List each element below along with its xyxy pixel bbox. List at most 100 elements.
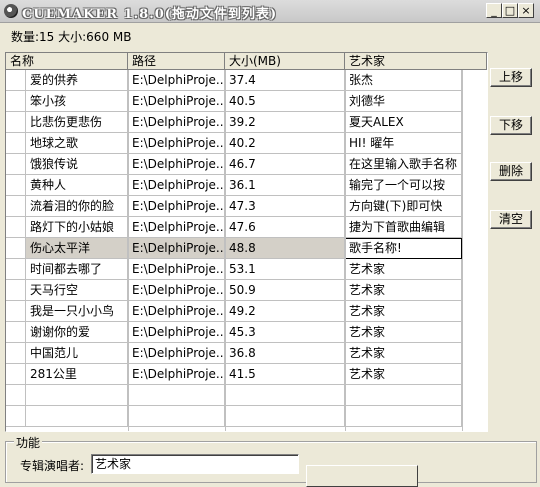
- table-row[interactable]: 笨小孩 E:\DelphiProje... 40.5 刘德华: [6, 91, 487, 112]
- table-row[interactable]: 时间都去哪了 E:\DelphiProje... 53.1 艺术家: [6, 259, 487, 280]
- cell-artist: 艺术家: [345, 364, 462, 385]
- table-row[interactable]: 地球之歌 E:\DelphiProje... 40.2 HI! 曜年: [6, 133, 487, 154]
- row-indicator: [6, 238, 26, 259]
- cell-size: 48.8: [225, 238, 345, 259]
- cell-artist: 在这里输入歌手名称: [345, 154, 462, 175]
- column-divider: [462, 70, 463, 431]
- cell-name: [26, 406, 128, 427]
- table-row[interactable]: 饿狼传说 E:\DelphiProje... 46.7 在这里输入歌手名称: [6, 154, 487, 175]
- cell-size: 45.3: [225, 322, 345, 343]
- cell-artist: 艺术家: [345, 322, 462, 343]
- cell-artist: 夏天ALEX: [345, 112, 462, 133]
- table-row[interactable]: 路灯下的小姑娘 E:\DelphiProje... 47.6 捷为下首歌曲编辑: [6, 217, 487, 238]
- cell-size: 46.7: [225, 154, 345, 175]
- function-group-title: 功能: [14, 434, 43, 451]
- cell-size: 36.1: [225, 175, 345, 196]
- row-indicator: [6, 217, 26, 238]
- cell-path: E:\DelphiProje...: [128, 91, 225, 112]
- table-row[interactable]: 天马行空 E:\DelphiProje... 50.9 艺术家: [6, 280, 487, 301]
- table-row[interactable]: 我是一只小小鸟 E:\DelphiProje... 49.2 艺术家: [6, 301, 487, 322]
- cell-size: [225, 406, 345, 427]
- column-header-artist[interactable]: 艺术家: [345, 53, 487, 70]
- cell-artist: 艺术家: [345, 343, 462, 364]
- column-divider: [128, 70, 129, 431]
- song-table[interactable]: 名称 路径 大小(MB) 艺术家 爱的供养 E:\DelphiProje... 37…: [5, 52, 488, 432]
- row-indicator: [6, 385, 26, 406]
- row-indicator: [6, 196, 26, 217]
- row-indicator: [6, 154, 26, 175]
- row-indicator: [6, 301, 26, 322]
- artist-cell-editor[interactable]: 歌手名称!: [345, 238, 462, 259]
- row-indicator: [6, 406, 26, 427]
- cell-name: 我是一只小小鸟: [26, 301, 128, 322]
- function-button[interactable]: [306, 465, 418, 487]
- table-row[interactable]: 谢谢你的爱 E:\DelphiProje... 45.3 艺术家: [6, 322, 487, 343]
- cell-path: [128, 385, 225, 406]
- empty-row: [6, 406, 487, 427]
- cell-name: 281公里: [26, 364, 128, 385]
- cell-artist: [345, 385, 462, 406]
- cell-size: 37.4: [225, 70, 345, 91]
- table-row[interactable]: 爱的供养 E:\DelphiProje... 37.4 张杰: [6, 70, 487, 91]
- cell-size: [225, 385, 345, 406]
- table-row[interactable]: 流着泪的你的脸 E:\DelphiProje... 47.3 方向键(下)即可快: [6, 196, 487, 217]
- cell-path: E:\DelphiProje...: [128, 322, 225, 343]
- delete-button[interactable]: 删除: [490, 162, 532, 181]
- cell-size: 49.2: [225, 301, 345, 322]
- cell-name: 路灯下的小姑娘: [26, 217, 128, 238]
- cell-path: E:\DelphiProje...: [128, 301, 225, 322]
- column-header-path[interactable]: 路径: [128, 53, 225, 70]
- cell-artist: [345, 406, 462, 427]
- table-row[interactable]: 281公里 E:\DelphiProje... 41.5 艺术家: [6, 364, 487, 385]
- minimize-button[interactable]: _: [486, 3, 502, 18]
- column-divider: [225, 70, 226, 431]
- table-row[interactable]: 伤心太平洋 E:\DelphiProje... 48.8 歌手名称!: [6, 238, 487, 259]
- column-header-size[interactable]: 大小(MB): [225, 53, 345, 70]
- summary-text: 数量:15 大小:660 MB: [11, 30, 132, 44]
- row-indicator: [6, 343, 26, 364]
- cell-size: 41.5: [225, 364, 345, 385]
- move-up-button[interactable]: 上移: [490, 68, 532, 87]
- cell-size: 53.1: [225, 259, 345, 280]
- cell-name: 爱的供养: [26, 70, 128, 91]
- cell-path: E:\DelphiProje...: [128, 343, 225, 364]
- table-row[interactable]: 黄种人 E:\DelphiProje... 36.1 输完了一个可以按: [6, 175, 487, 196]
- cell-size: 39.2: [225, 112, 345, 133]
- cell-path: E:\DelphiProje...: [128, 238, 225, 259]
- table-row[interactable]: 中国范儿 E:\DelphiProje... 36.8 艺术家: [6, 343, 487, 364]
- maximize-button[interactable]: □: [502, 3, 518, 18]
- cell-name: 伤心太平洋: [26, 238, 128, 259]
- row-indicator: [6, 175, 26, 196]
- cell-name: 黄种人: [26, 175, 128, 196]
- close-button[interactable]: ×: [518, 3, 534, 18]
- function-group: 功能 专辑演唱者: 艺术家: [5, 434, 537, 487]
- cell-size: 50.9: [225, 280, 345, 301]
- cell-artist: 艺术家: [345, 301, 462, 322]
- window-title: CUEMAKER 1.8.0(拖动文件到列表): [22, 7, 278, 22]
- cell-artist: 艺术家: [345, 280, 462, 301]
- cell-size: 40.2: [225, 133, 345, 154]
- clear-button[interactable]: 清空: [490, 210, 532, 229]
- cell-size: 40.5: [225, 91, 345, 112]
- cell-path: E:\DelphiProje...: [128, 364, 225, 385]
- cell-name: 地球之歌: [26, 133, 128, 154]
- cell-name: 天马行空: [26, 280, 128, 301]
- album-artist-label: 专辑演唱者:: [20, 459, 85, 473]
- cell-path: E:\DelphiProje...: [128, 280, 225, 301]
- row-indicator: [6, 91, 26, 112]
- row-indicator: [6, 112, 26, 133]
- row-indicator: [6, 322, 26, 343]
- move-down-button[interactable]: 下移: [490, 116, 532, 135]
- cell-path: E:\DelphiProje...: [128, 217, 225, 238]
- cell-path: E:\DelphiProje...: [128, 70, 225, 91]
- column-header-name[interactable]: 名称: [6, 53, 128, 70]
- row-indicator: [6, 259, 26, 280]
- cell-name: 笨小孩: [26, 91, 128, 112]
- cell-artist: 输完了一个可以按: [345, 175, 462, 196]
- cell-size: 47.6: [225, 217, 345, 238]
- cell-path: E:\DelphiProje...: [128, 154, 225, 175]
- album-artist-input[interactable]: 艺术家: [91, 454, 299, 474]
- table-row[interactable]: 比悲伤更悲伤 E:\DelphiProje... 39.2 夏天ALEX: [6, 112, 487, 133]
- column-divider: [345, 70, 346, 431]
- table-header: 名称 路径 大小(MB) 艺术家: [6, 53, 487, 70]
